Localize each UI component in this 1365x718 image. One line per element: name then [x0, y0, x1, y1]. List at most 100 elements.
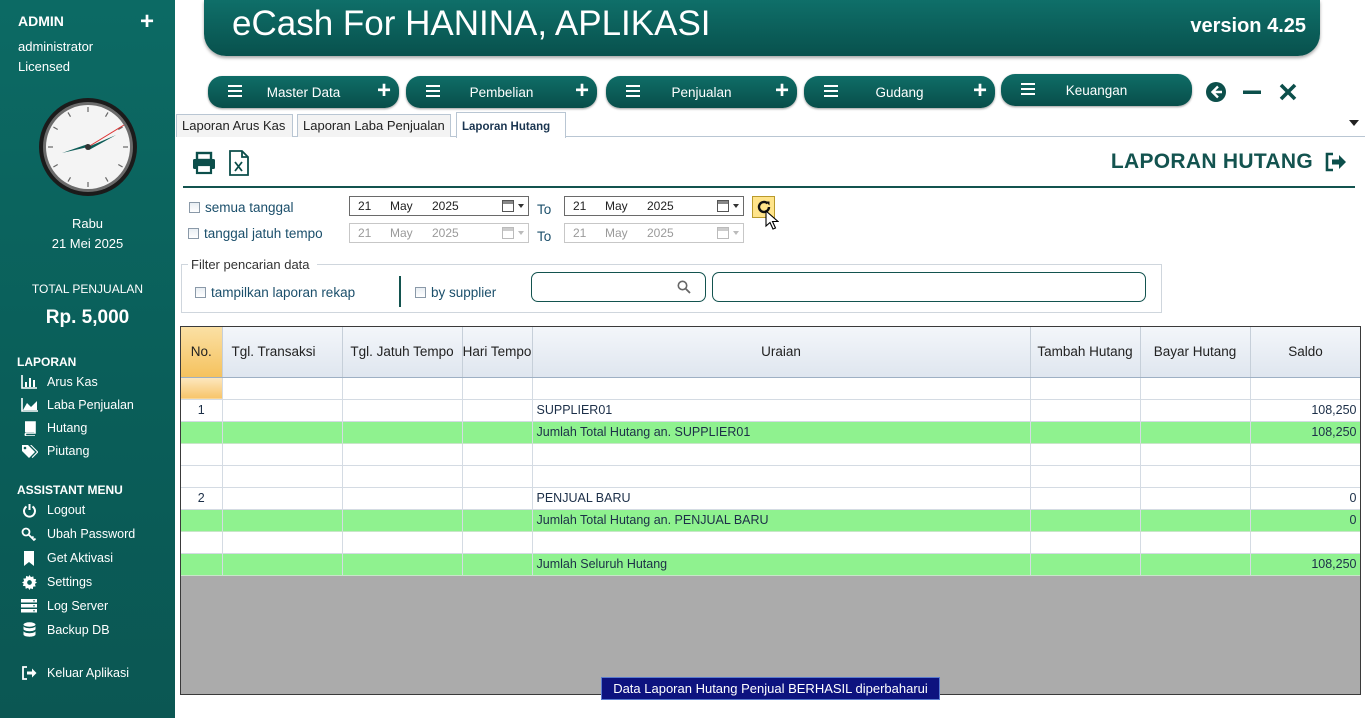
cell-no[interactable]	[181, 553, 223, 576]
cell-hari-tempo[interactable]	[462, 465, 533, 488]
add-icon[interactable]: +	[973, 79, 987, 103]
cell-no[interactable]	[181, 465, 223, 488]
cell-uraian[interactable]: SUPPLIER01	[532, 399, 1031, 422]
cell-tgl-jatuh-tempo[interactable]	[342, 487, 463, 510]
table-row[interactable]: Jumlah Total Hutang an. PENJUAL BARU 0	[181, 509, 1360, 532]
cell-saldo[interactable]	[1250, 377, 1360, 400]
sidebar-item-hutang[interactable]: Hutang	[20, 420, 87, 436]
close-button[interactable]	[1276, 80, 1300, 104]
column-header-hari-tempo[interactable]: Hari Tempo	[462, 327, 533, 378]
cell-no[interactable]	[181, 443, 223, 466]
chevron-down-icon[interactable]	[518, 204, 524, 208]
cell-tambah-hutang[interactable]	[1030, 377, 1141, 400]
cell-saldo[interactable]: 0	[1250, 487, 1360, 510]
cell-bayar-hutang[interactable]	[1140, 399, 1251, 422]
cell-tgl-jatuh-tempo[interactable]	[342, 509, 463, 532]
cell-tgl-jatuh-tempo[interactable]	[342, 531, 463, 554]
cell-bayar-hutang[interactable]	[1140, 443, 1251, 466]
sidebar-item-logout[interactable]: Logout	[20, 502, 85, 518]
sidebar-item-backup-db[interactable]: Backup DB	[20, 622, 110, 638]
menu-pembelian[interactable]: Pembelian +	[406, 76, 597, 108]
cell-uraian[interactable]: Jumlah Total Hutang an. SUPPLIER01	[532, 421, 1031, 444]
tab-laporan-hutang[interactable]: Laporan Hutang	[456, 112, 566, 138]
close-report-button[interactable]	[1325, 152, 1347, 172]
cell-no[interactable]: 1	[181, 399, 223, 422]
column-header-tambah-hutang[interactable]: Tambah Hutang	[1030, 327, 1141, 378]
cell-tambah-hutang[interactable]	[1030, 443, 1141, 466]
cell-no[interactable]	[181, 377, 223, 400]
cell-no[interactable]: 2	[181, 487, 223, 510]
cell-tgl-transaksi[interactable]	[222, 509, 343, 532]
cell-tambah-hutang[interactable]	[1030, 487, 1141, 510]
sidebar-item-laba-penjualan[interactable]: Laba Penjualan	[20, 397, 134, 413]
cell-hari-tempo[interactable]	[462, 553, 533, 576]
table-row[interactable]	[181, 377, 1360, 400]
supplier-input[interactable]	[712, 272, 1146, 302]
cell-tgl-jatuh-tempo[interactable]	[342, 421, 463, 444]
cell-uraian[interactable]: Jumlah Total Hutang an. PENJUAL BARU	[532, 509, 1031, 532]
cell-hari-tempo[interactable]	[462, 377, 533, 400]
add-icon[interactable]: +	[377, 79, 391, 103]
cell-hari-tempo[interactable]	[462, 443, 533, 466]
chevron-down-icon[interactable]	[733, 204, 739, 208]
cell-uraian[interactable]	[532, 377, 1031, 400]
cell-hari-tempo[interactable]	[462, 531, 533, 554]
menu-gudang[interactable]: Gudang +	[804, 76, 995, 108]
cell-tambah-hutang[interactable]	[1030, 509, 1141, 532]
table-row[interactable]	[181, 531, 1360, 554]
column-header-saldo[interactable]: Saldo	[1250, 327, 1360, 378]
cell-tgl-jatuh-tempo[interactable]	[342, 377, 463, 400]
cell-bayar-hutang[interactable]	[1140, 377, 1251, 400]
cell-saldo[interactable]	[1250, 531, 1360, 554]
table-row[interactable]: 2 PENJUAL BARU 0	[181, 487, 1360, 510]
cell-tgl-transaksi[interactable]	[222, 399, 343, 422]
cell-no[interactable]	[181, 421, 223, 444]
cell-saldo[interactable]	[1250, 465, 1360, 488]
add-icon[interactable]: +	[775, 79, 789, 103]
cell-tambah-hutang[interactable]	[1030, 531, 1141, 554]
cell-uraian[interactable]	[532, 443, 1031, 466]
cell-tgl-jatuh-tempo[interactable]	[342, 465, 463, 488]
search-icon[interactable]	[677, 280, 691, 294]
cell-uraian[interactable]: Jumlah Seluruh Hutang	[532, 553, 1031, 576]
cell-saldo[interactable]: 108,250	[1250, 399, 1360, 422]
cell-tambah-hutang[interactable]	[1030, 399, 1141, 422]
tab-laporan-arus-kas[interactable]: Laporan Arus Kas	[176, 114, 293, 137]
cell-tgl-transaksi[interactable]	[222, 531, 343, 554]
checkbox-box[interactable]	[415, 287, 426, 298]
tanggal-jatuh-tempo-checkbox[interactable]: tanggal jatuh tempo	[188, 226, 323, 241]
cell-tgl-transaksi[interactable]	[222, 421, 343, 444]
cell-bayar-hutang[interactable]	[1140, 531, 1251, 554]
cell-saldo[interactable]: 108,250	[1250, 421, 1360, 444]
cell-bayar-hutang[interactable]	[1140, 509, 1251, 532]
sidebar-item-piutang[interactable]: Piutang	[20, 443, 89, 459]
tab-laporan-laba-penjualan[interactable]: Laporan Laba Penjualan	[297, 114, 451, 137]
menu-penjualan[interactable]: Penjualan +	[606, 76, 797, 108]
cell-uraian[interactable]: PENJUAL BARU	[532, 487, 1031, 510]
by-supplier-checkbox[interactable]: by supplier	[415, 285, 496, 300]
cell-bayar-hutang[interactable]	[1140, 553, 1251, 576]
menu-master-data[interactable]: Master Data +	[208, 76, 399, 108]
table-row[interactable]: 1 SUPPLIER01 108,250	[181, 399, 1360, 422]
column-header-uraian[interactable]: Uraian	[532, 327, 1031, 378]
column-header-tgl-transaksi[interactable]: Tgl. Transaksi	[222, 327, 343, 378]
table-row[interactable]	[181, 465, 1360, 488]
cell-saldo[interactable]: 108,250	[1250, 553, 1360, 576]
cell-hari-tempo[interactable]	[462, 399, 533, 422]
cell-bayar-hutang[interactable]	[1140, 465, 1251, 488]
cell-tgl-transaksi[interactable]	[222, 553, 343, 576]
checkbox-box[interactable]	[195, 287, 206, 298]
tabs-dropdown-icon[interactable]	[1349, 120, 1359, 126]
cell-tambah-hutang[interactable]	[1030, 553, 1141, 576]
cell-saldo[interactable]	[1250, 443, 1360, 466]
table-row[interactable]	[181, 443, 1360, 466]
cell-no[interactable]	[181, 509, 223, 532]
cell-hari-tempo[interactable]	[462, 487, 533, 510]
sidebar-item-ubah-password[interactable]: Ubah Password	[20, 526, 135, 542]
table-row[interactable]: Jumlah Total Hutang an. SUPPLIER01 108,25…	[181, 421, 1360, 444]
table-row[interactable]: Jumlah Seluruh Hutang 108,250	[181, 553, 1360, 576]
sidebar-item-get-aktivasi[interactable]: Get Aktivasi	[20, 550, 113, 566]
calendar-icon[interactable]	[502, 200, 514, 212]
cell-tgl-transaksi[interactable]	[222, 443, 343, 466]
semua-tanggal-checkbox[interactable]: semua tanggal	[189, 200, 294, 215]
